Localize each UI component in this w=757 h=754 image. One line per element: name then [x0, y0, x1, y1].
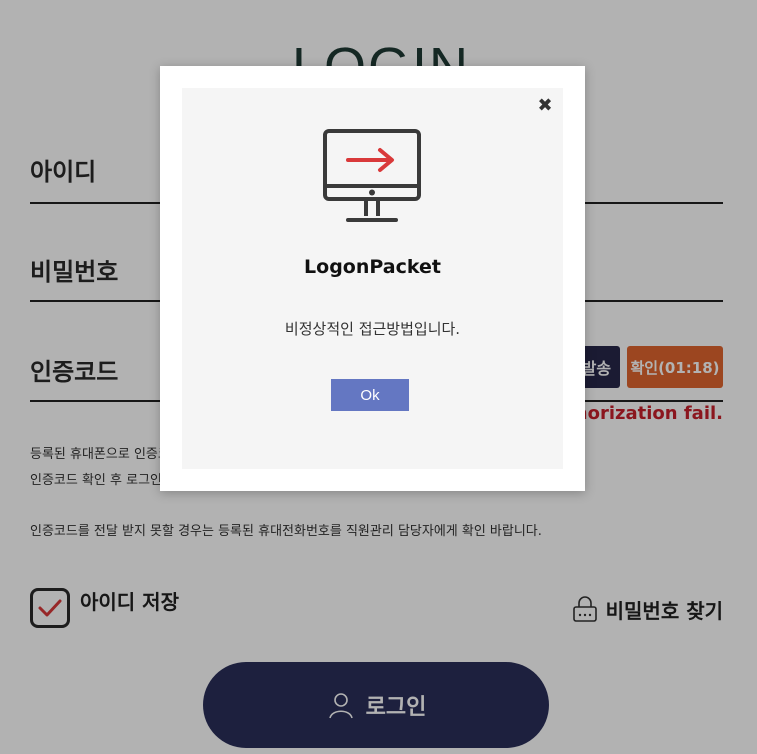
- alert-modal: ✖ LogonPacket 비정상적인 접근방법입니다. Ok: [160, 66, 585, 491]
- modal-body: ✖ LogonPacket 비정상적인 접근방법입니다. Ok: [182, 88, 563, 469]
- modal-title: LogonPacket: [304, 256, 441, 278]
- ok-button[interactable]: Ok: [331, 379, 409, 411]
- modal-message: 비정상적인 접근방법입니다.: [284, 320, 461, 338]
- close-icon[interactable]: ✖: [537, 97, 553, 115]
- monitor-arrow-icon: [323, 129, 421, 222]
